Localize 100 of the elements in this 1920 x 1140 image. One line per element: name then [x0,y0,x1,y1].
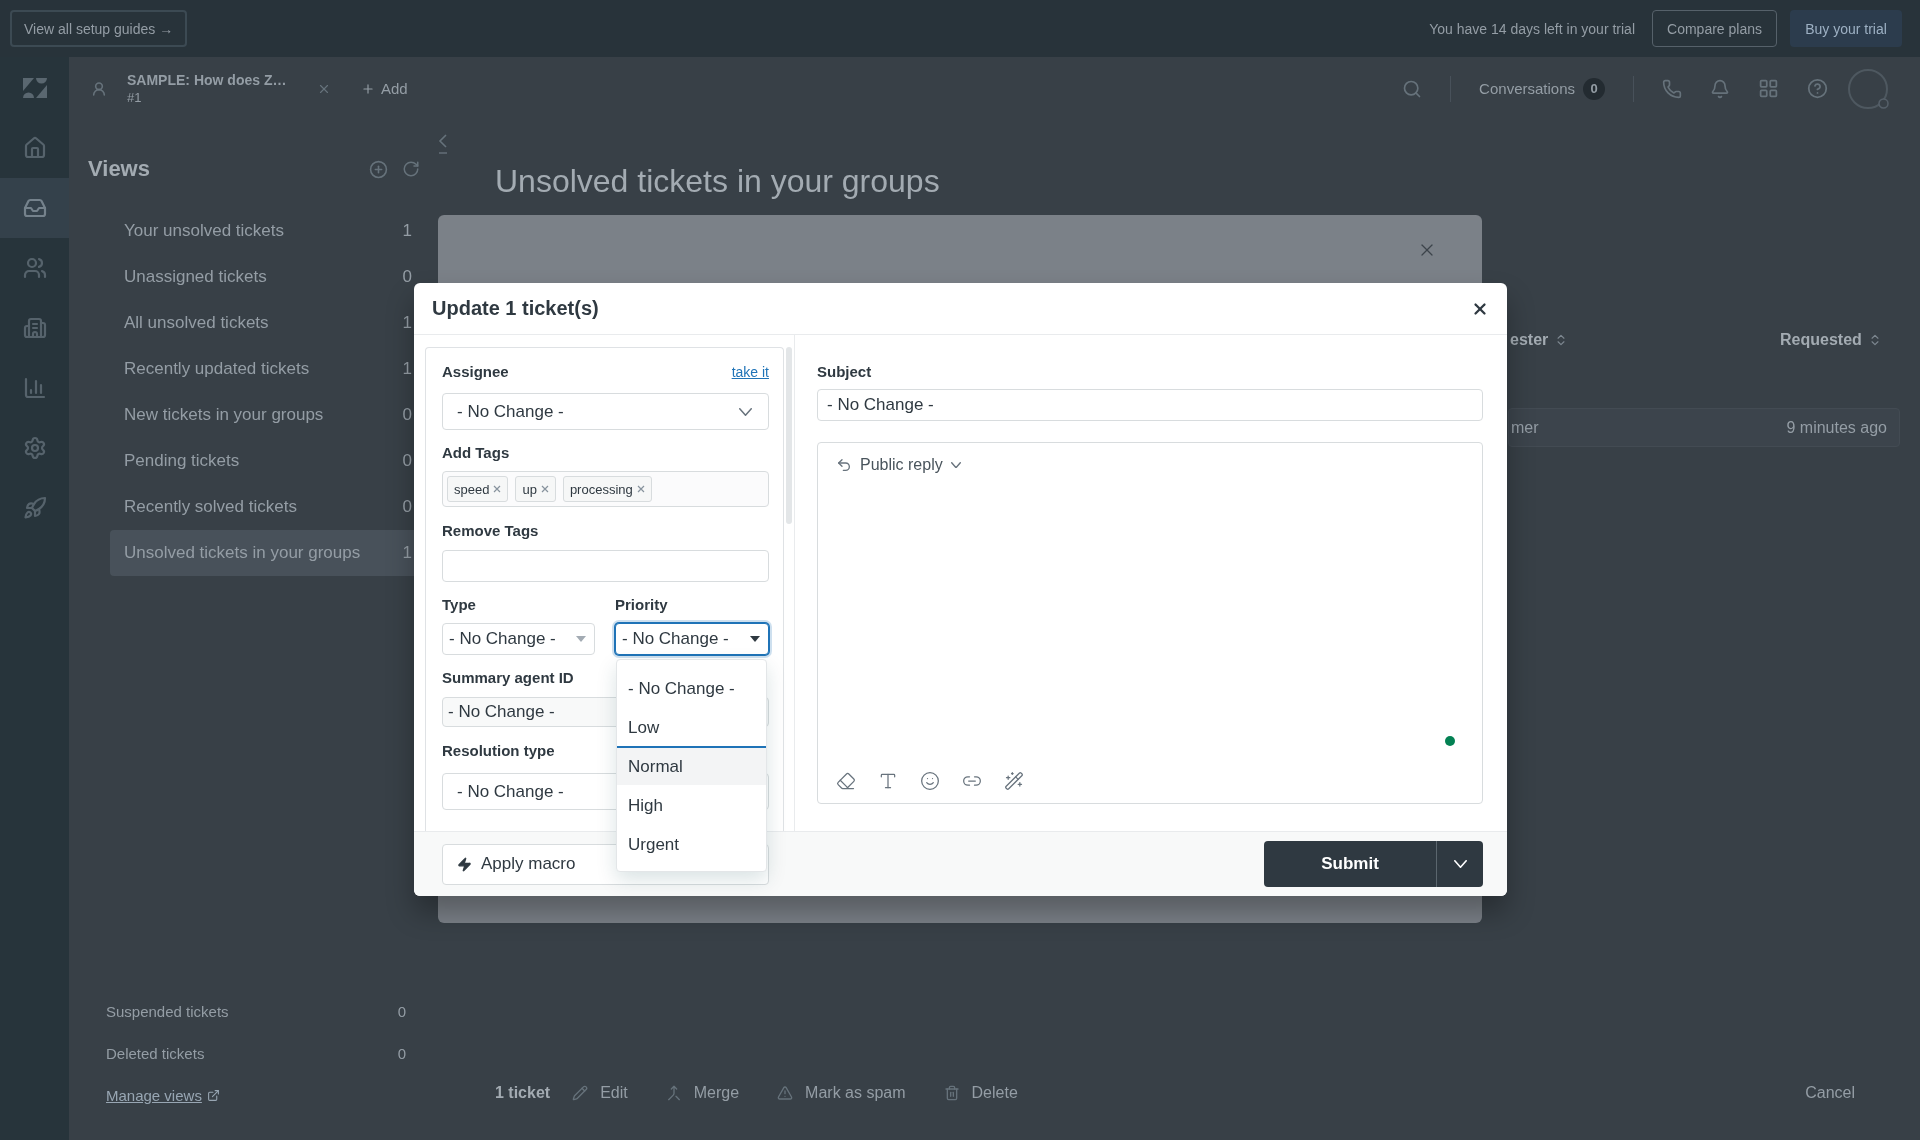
reply-editor[interactable]: Public reply [817,442,1483,804]
help-icon[interactable] [1807,78,1828,99]
menu-option[interactable]: Normal [617,746,766,785]
lightning-icon [457,856,472,872]
plus-icon [361,81,375,96]
field-label: Assignee [442,362,509,382]
menu-option[interactable]: - No Change - [617,668,766,707]
type-select[interactable]: - No Change - [442,623,595,655]
field-label: Priority [615,595,668,615]
table-cell-text: mer [1510,418,1539,437]
menu-option[interactable]: Urgent [617,824,766,863]
pencil-icon [572,1085,589,1101]
tags-field[interactable]: speed up processing [442,471,769,507]
remove-tags-field[interactable] [442,550,769,582]
user-icon [91,80,107,97]
view-name[interactable]: Suspended tickets [106,1002,229,1020]
field-label: Subject [817,362,872,382]
users-icon [22,256,47,280]
status-dot-icon [1445,736,1455,746]
page-title: Unsolved tickets in your groups [495,162,940,201]
merge-button[interactable]: Merge [665,1084,740,1102]
field-label: Type [442,595,476,615]
view-count: 1 [402,359,412,379]
views-title: Views [88,156,150,182]
view-count: 1 [402,221,412,241]
remove-tag-icon[interactable] [540,485,549,493]
add-icon[interactable] [369,159,388,179]
view-count: 0 [402,405,412,425]
grid-icon[interactable] [1758,78,1779,99]
dialog-title: Update 1 ticket(s) [432,297,599,320]
view-item[interactable]: Unassigned tickets 0 [110,254,420,300]
caret-down-icon[interactable] [750,636,760,642]
column-header[interactable]: ester [1508,331,1778,349]
field-label: Summary agent ID [442,668,574,688]
rocket-icon [22,496,47,520]
search-icon[interactable] [1402,78,1423,99]
view-name: Unsolved tickets in your groups [124,543,361,563]
view-count: 1 [402,313,412,333]
view-item[interactable]: Your unsolved tickets 1 [110,208,420,254]
table-row[interactable]: mer 9 minutes ago [1508,408,1900,447]
edit-button[interactable]: Edit [572,1084,628,1102]
tag: speed [447,476,509,502]
field-label: Resolution type [442,741,555,761]
manage-views-link[interactable]: Manage views [106,1074,220,1116]
field-label: Remove Tags [442,521,539,541]
refresh-icon[interactable] [402,160,420,178]
field-label: Add Tags [442,443,510,463]
chevron-down-icon [739,407,752,416]
phone-icon[interactable] [1662,78,1682,99]
magic-wand-icon[interactable] [1004,771,1024,791]
bell-icon[interactable] [1710,78,1730,99]
submit-button[interactable]: Submit [1264,841,1436,887]
text-format-icon[interactable] [878,771,898,791]
buy-button[interactable]: Buy your trial [1790,10,1902,47]
view-name: All unsolved tickets [124,313,269,333]
building-icon [22,316,47,340]
view-name[interactable]: Deleted tickets [106,1044,205,1062]
external-link-icon [206,1088,220,1102]
status-dot-icon [1878,97,1889,109]
tag: up [515,476,556,502]
logo-icon[interactable] [21,76,48,99]
view-count: 0 [397,1044,406,1062]
menu-option[interactable]: Low [617,707,766,746]
ticket-number: #1 [127,90,143,105]
nav-button[interactable] [0,178,69,238]
view-name: Pending tickets [124,451,240,471]
selection-count: 1 ticket [495,1084,551,1102]
add-tab-button[interactable]: Add [361,80,408,97]
view-count: 0 [402,451,412,471]
warning-icon [777,1085,794,1101]
view-count: 1 [402,543,412,563]
trash-icon [943,1085,960,1101]
subject-field[interactable]: - No Change - [817,389,1483,421]
ticket-tab-title[interactable]: SAMPLE: How does Z… [127,72,297,88]
merge-icon [665,1085,682,1101]
priority-select[interactable]: - No Change - [615,623,769,655]
bar-chart-icon [22,376,47,400]
reply-mode-button[interactable]: Public reply [836,455,961,475]
submit-options-button[interactable] [1436,841,1483,887]
take-it-link[interactable]: take it [731,364,769,380]
assignee-select[interactable]: - No Change - [442,393,769,430]
scrollbar-thumb[interactable] [786,347,792,524]
column-header[interactable]: Requested [1778,331,1900,349]
setup-guides-button[interactable]: View all setup guides → [10,10,188,47]
delete-button[interactable]: Delete [943,1084,1018,1102]
cancel-button[interactable]: Cancel [1805,1084,1855,1102]
spam-button[interactable]: Mark as spam [777,1084,906,1102]
inbox-icon [22,196,47,220]
avatar[interactable] [1848,68,1888,109]
eraser-icon[interactable] [836,771,856,791]
compare-plans-button[interactable]: Compare plans [1652,10,1777,47]
trial-message: You have 14 days left in your trial [1429,20,1635,37]
conversations-button[interactable]: Conversations 0 [1479,77,1605,100]
remove-tag-icon[interactable] [636,485,645,493]
home-icon [22,136,47,160]
remove-tag-icon[interactable] [493,485,502,493]
collapse-icon[interactable] [437,134,449,154]
view-count: 0 [397,1002,406,1020]
emoji-icon[interactable] [920,771,940,791]
menu-option[interactable]: High [617,785,766,824]
